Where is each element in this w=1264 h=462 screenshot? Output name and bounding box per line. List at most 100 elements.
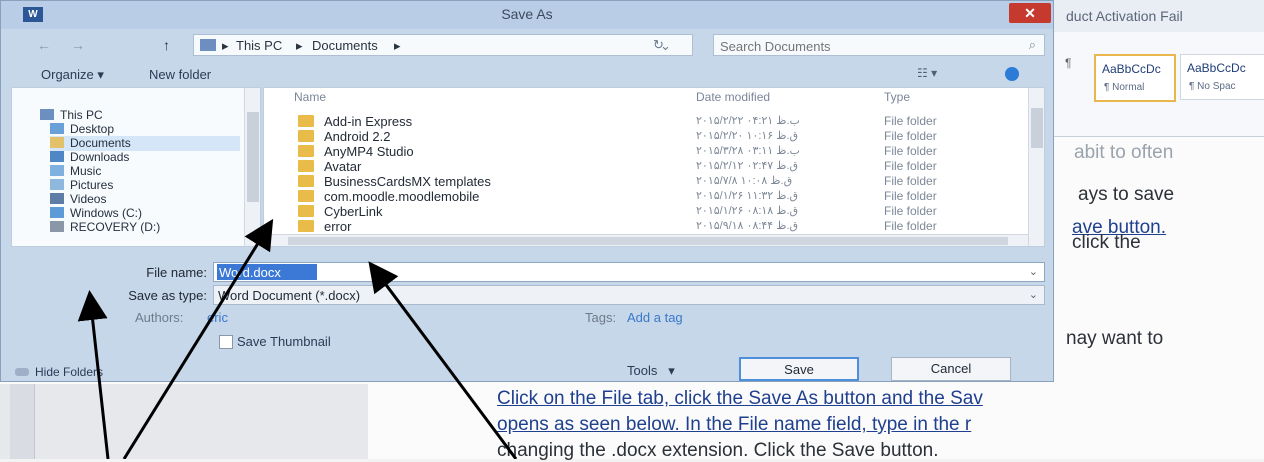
save-button[interactable]: Save <box>739 357 859 381</box>
folder-icon <box>298 220 314 232</box>
file-name-field[interactable]: ⌄ <box>213 262 1045 282</box>
horizontal-scrollbar[interactable] <box>264 234 1028 246</box>
file-name: com.moodle.moodlemobile <box>324 189 480 204</box>
column-header-type[interactable]: Type <box>884 90 910 104</box>
breadcrumb-this-pc[interactable]: This PC <box>236 38 282 53</box>
breadcrumb-separator: ▸ <box>296 38 303 53</box>
folder-icon <box>298 145 314 157</box>
file-row[interactable]: CyberLink ۲۰۱۵/۱/۲۶ ق.ظ ۰۸:۱۸ File folder <box>264 204 1024 219</box>
file-row[interactable]: error ۲۰۱۵/۹/۱۸ ق.ظ ۰۸:۴۴ File folder <box>264 219 1024 234</box>
refresh-icon[interactable]: ↻ <box>653 37 664 53</box>
style-nospacing-tile[interactable]: AaBbCcDc ¶ No Spac <box>1180 54 1264 100</box>
nav-item-label: Desktop <box>70 122 115 136</box>
document-left-margin <box>0 384 368 459</box>
style-name: ¶ Normal <box>1104 82 1145 93</box>
folder-icon <box>298 115 314 127</box>
forward-arrow-icon[interactable]: → <box>71 37 85 53</box>
hide-folders-button[interactable]: Hide Folders <box>15 365 103 379</box>
new-folder-button[interactable]: New folder <box>149 67 211 82</box>
save-as-type-select[interactable]: Word Document (*.docx) ⌄ <box>213 285 1045 305</box>
nav-item-label: This PC <box>60 108 103 122</box>
address-bar[interactable]: ▸ This PC ▸ Documents ▸ ⌄ <box>193 34 693 56</box>
doc-text-fragment: abit to often <box>1074 142 1174 163</box>
dialog-title: Save As <box>501 6 553 22</box>
column-header-name[interactable]: Name <box>294 90 326 104</box>
style-normal-tile[interactable]: AaBbCcDc ¶ Normal <box>1094 54 1176 102</box>
address-row: ← → ↑ ▸ This PC ▸ Documents ▸ ⌄ ↻ ⌕ <box>13 33 1045 59</box>
file-row[interactable]: Add-in Express ۲۰۱۵/۲/۲۲ ب.ظ ۰۴:۲۱ File fo… <box>264 114 1024 129</box>
folder-icon <box>298 160 314 172</box>
file-date: ۲۰۱۵/۲/۱۲ ق.ظ ۰۲:۴۷ <box>696 160 799 172</box>
authors-value[interactable]: eric <box>207 310 228 325</box>
help-icon[interactable] <box>1005 67 1019 81</box>
nav-item-videos[interactable]: Videos <box>50 192 106 207</box>
scrollbar-thumb[interactable] <box>247 112 259 202</box>
save-thumbnail-label[interactable]: Save Thumbnail <box>237 334 331 349</box>
file-name-input[interactable] <box>217 264 317 280</box>
nav-item-label: Downloads <box>70 150 130 164</box>
pictures-icon <box>50 179 64 190</box>
nav-item-windows-c[interactable]: Windows (C:) <box>50 206 142 221</box>
nav-item-label: Videos <box>70 192 107 206</box>
cancel-button[interactable]: Cancel <box>891 357 1011 381</box>
file-type: File folder <box>884 219 937 233</box>
file-row[interactable]: Avatar ۲۰۱۵/۲/۱۲ ق.ظ ۰۲:۴۷ File folder <box>264 159 1024 174</box>
file-row[interactable]: BusinessCardsMX templates ۲۰۱۵/۷/۸ ق.ظ ۱۰… <box>264 174 1024 189</box>
chevron-down-icon[interactable]: ⌄ <box>1029 288 1038 301</box>
tags-input[interactable]: Add a tag <box>627 310 683 325</box>
file-type: File folder <box>884 144 937 158</box>
chevron-down-icon[interactable]: ⌄ <box>1029 265 1038 278</box>
back-arrow-icon[interactable]: ← <box>37 37 51 53</box>
organize-button[interactable]: Organize ▾ <box>41 67 104 83</box>
nav-item-label: RECOVERY (D:) <box>70 220 161 234</box>
file-list-scrollbar[interactable] <box>1028 88 1044 246</box>
breadcrumb-dropdown-icon[interactable]: ▸ <box>394 38 401 54</box>
chevron-down-icon: ▾ <box>668 363 675 378</box>
nav-item-music[interactable]: Music <box>50 164 101 179</box>
style-sample: AaBbCcDc <box>1102 62 1161 76</box>
file-row[interactable]: com.moodle.moodlemobile ۲۰۱۵/۱/۲۶ ق.ظ ۱۱:… <box>264 189 1024 204</box>
nav-item-documents[interactable]: Documents <box>50 136 240 151</box>
file-row[interactable]: Android 2.2 ۲۰۱۵/۲/۲۰ ق.ظ ۱۰:۱۶ File folde… <box>264 129 1024 144</box>
breadcrumb-separator: ▸ <box>222 38 229 53</box>
paragraph-mark: ¶ <box>1065 56 1072 70</box>
hide-folders-label: Hide Folders <box>35 365 104 379</box>
navigation-pane: This PC Desktop Documents Downloads Musi… <box>11 87 261 247</box>
scrollbar-thumb[interactable] <box>1031 108 1043 148</box>
file-name: AnyMP4 Studio <box>324 144 414 159</box>
close-button[interactable]: ✕ <box>1009 3 1051 23</box>
nav-item-downloads[interactable]: Downloads <box>50 150 129 165</box>
file-row[interactable]: AnyMP4 Studio ۲۰۱۵/۳/۲۸ ب.ظ ۰۳:۱۱ File fol… <box>264 144 1024 159</box>
search-icon[interactable]: ⌕ <box>1029 37 1036 53</box>
tools-label: Tools <box>627 363 658 378</box>
file-date: ۲۰۱۵/۱/۲۶ ق.ظ ۱۱:۳۲ <box>696 190 799 202</box>
save-thumbnail-checkbox[interactable] <box>219 335 233 349</box>
nav-pane-scrollbar[interactable] <box>244 88 260 246</box>
file-type: File folder <box>884 159 937 173</box>
search-box[interactable]: ⌕ <box>713 34 1045 56</box>
scrollbar-thumb[interactable] <box>288 237 1008 245</box>
nav-item-desktop[interactable]: Desktop <box>50 122 114 137</box>
nav-item-this-pc[interactable]: This PC <box>40 108 103 123</box>
chevron-up-icon <box>15 368 29 376</box>
downloads-icon <box>50 151 64 162</box>
doc-text-line: nay want to <box>1066 328 1164 349</box>
drive-icon <box>50 207 64 218</box>
file-date: ۲۰۱۵/۱/۲۶ ق.ظ ۰۸:۱۸ <box>696 205 799 217</box>
desktop-icon <box>50 123 64 134</box>
breadcrumb-documents[interactable]: Documents <box>312 38 378 53</box>
nav-item-recovery-d[interactable]: RECOVERY (D:) <box>50 220 160 235</box>
file-type: File folder <box>884 114 937 128</box>
doc-body-line: Click on the File tab, click the Save As… <box>497 388 983 409</box>
search-input[interactable] <box>718 36 1002 56</box>
dialog-titlebar[interactable]: W Save As ✕ <box>1 1 1053 29</box>
up-arrow-icon[interactable]: ↑ <box>163 37 170 53</box>
file-name: CyberLink <box>324 204 383 219</box>
column-header-date[interactable]: Date modified <box>696 90 770 104</box>
doc-text-line: ays to save <box>1078 184 1175 205</box>
change-view-icon[interactable]: ☷ ▾ <box>917 66 945 82</box>
tools-button[interactable]: Tools ▾ <box>627 363 675 379</box>
folder-icon <box>298 205 314 217</box>
nav-item-pictures[interactable]: Pictures <box>50 178 113 193</box>
style-name: ¶ No Spac <box>1189 81 1236 92</box>
